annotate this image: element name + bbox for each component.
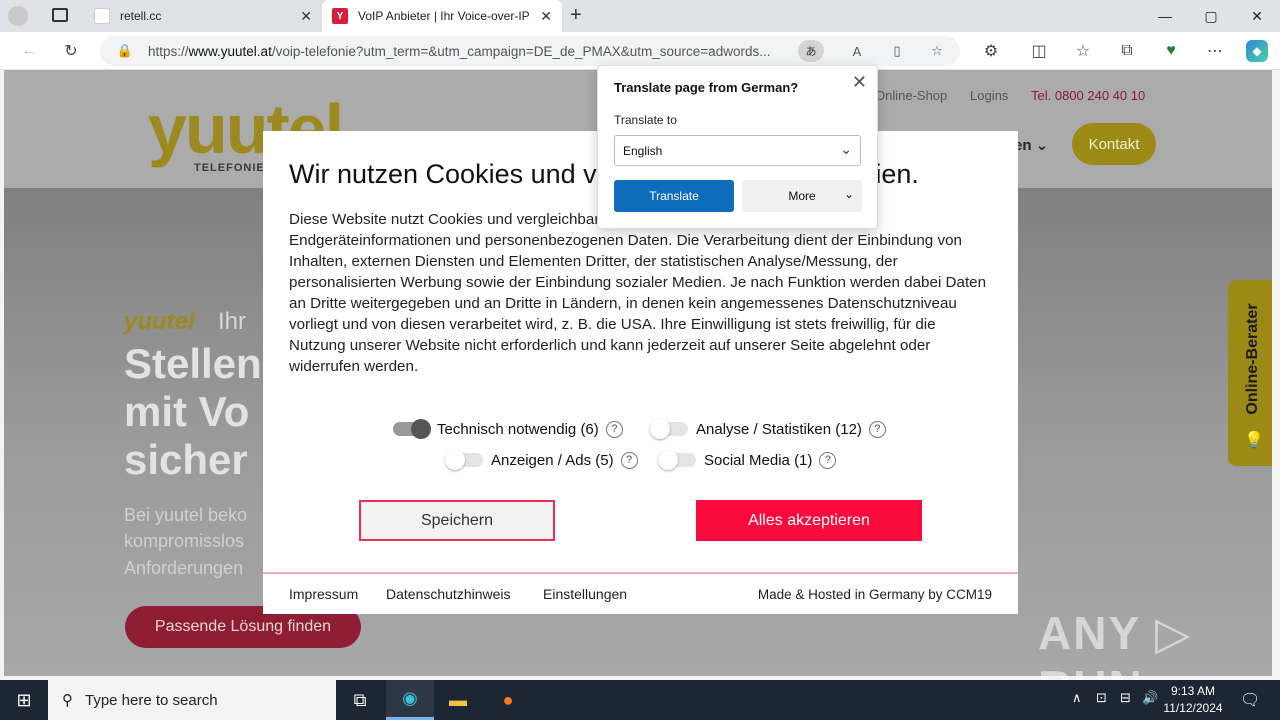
- profile-icon[interactable]: [8, 6, 28, 26]
- translate-icon[interactable]: あ: [798, 40, 824, 62]
- new-tab-button[interactable]: +: [570, 4, 582, 27]
- address-bar[interactable]: 🔒 https://www.yuutel.at/voip-telefonie?u…: [100, 36, 960, 66]
- nav-menu-item[interactable]: en ⌄: [1014, 136, 1048, 154]
- cookie-description: Diese Website nutzt Cookies und vergleic…: [289, 211, 987, 375]
- hero-heading-line: sicher: [124, 436, 248, 483]
- edge-browser-icon[interactable]: ◉: [386, 680, 434, 720]
- logins-link[interactable]: Logins: [970, 88, 1008, 103]
- datenschutz-link[interactable]: Datenschutzhinweis: [386, 586, 511, 602]
- close-tab-icon[interactable]: ✕: [300, 8, 312, 25]
- clock[interactable]: 9:13 AM 11/12/2024: [1158, 683, 1228, 717]
- toggle-switch[interactable]: [445, 450, 483, 470]
- close-icon[interactable]: ✕: [852, 72, 867, 93]
- einstellungen-link[interactable]: Einstellungen: [543, 586, 627, 602]
- copilot-icon[interactable]: ◆: [1246, 40, 1268, 62]
- search-placeholder: Type here to search: [85, 691, 218, 709]
- phone-link[interactable]: Tel. 0800 240 40 10: [1031, 88, 1145, 103]
- accept-all-button[interactable]: Alles akzeptieren: [696, 500, 922, 541]
- favorite-star-icon[interactable]: ☆: [926, 40, 948, 62]
- volume-icon[interactable]: 🔊: [1142, 690, 1158, 706]
- translate-to-label: Translate to: [614, 113, 677, 127]
- cookie-option-social[interactable]: Social Media (1) ?: [658, 450, 837, 470]
- tab-retell[interactable]: retell.cc ✕: [84, 0, 322, 32]
- close-tab-icon[interactable]: ✕: [540, 8, 552, 25]
- cookie-option-analyse[interactable]: Analyse / Statistiken (12) ?: [650, 419, 886, 439]
- browser-tab-bar: retell.cc ✕ Y VoIP Anbieter | Ihr Voice-…: [0, 0, 1280, 32]
- settings-more-icon[interactable]: ⋯: [1204, 40, 1226, 62]
- show-hidden-icons[interactable]: ∧: [1072, 690, 1082, 706]
- split-screen-icon[interactable]: ◫: [1028, 40, 1050, 62]
- maximize-button[interactable]: ▢: [1188, 0, 1234, 32]
- toggle-switch[interactable]: [650, 419, 688, 439]
- help-icon[interactable]: ?: [605, 420, 623, 438]
- online-berater-tab[interactable]: Online-Berater 💡: [1228, 280, 1272, 466]
- tab-actions-icon[interactable]: [52, 8, 68, 22]
- page-icon: [94, 8, 110, 24]
- wifi-icon[interactable]: ⊟: [1120, 690, 1131, 706]
- translate-title: Translate page from German?: [614, 80, 799, 95]
- windows-taskbar: ⊞ ⚲ Type here to search ⧉ ◉ ▬ ● ∧ ⊡ ⊟ 🔊 …: [0, 680, 1280, 720]
- tab-title: VoIP Anbieter | Ihr Voice-over-IP: [358, 9, 530, 23]
- file-explorer-icon[interactable]: ▬: [434, 680, 482, 720]
- read-aloud-icon[interactable]: A: [846, 40, 868, 62]
- help-icon[interactable]: ?: [620, 451, 638, 469]
- language-select[interactable]: English ⌄: [614, 135, 861, 166]
- search-icon: ⚲: [62, 692, 73, 709]
- url-text[interactable]: https://www.yuutel.at/voip-telefonie?utm…: [148, 44, 798, 59]
- chevron-down-icon: ⌄: [843, 187, 854, 201]
- translate-button[interactable]: Translate: [614, 180, 734, 212]
- close-window-button[interactable]: ✕: [1234, 0, 1280, 32]
- help-icon[interactable]: ?: [868, 420, 886, 438]
- lock-icon[interactable]: 🔒: [114, 40, 136, 62]
- save-button[interactable]: Speichern: [359, 500, 555, 541]
- browser-essentials-icon[interactable]: ♥: [1160, 40, 1182, 62]
- impressum-link[interactable]: Impressum: [289, 586, 358, 602]
- hero-paragraph-line: Bei yuutel beko: [124, 505, 248, 525]
- hero-paragraph-line: Anforderungen: [124, 558, 244, 578]
- logo-subtitle: TELEFONIE I: [194, 162, 273, 174]
- windows-start-icon[interactable]: ⊞: [0, 680, 48, 720]
- yuutel-favicon: Y: [332, 8, 348, 24]
- collections-icon[interactable]: ⧉: [1116, 40, 1138, 62]
- cookie-option-ads[interactable]: Anzeigen / Ads (5) ?: [445, 450, 638, 470]
- made-in-germany-text[interactable]: Made & Hosted in Germany by CCM19: [758, 587, 992, 602]
- cookie-option-technisch[interactable]: Technisch notwendig (6) ?: [393, 419, 623, 439]
- refresh-icon[interactable]: ↻: [60, 40, 82, 62]
- online-shop-link[interactable]: Online-Shop: [875, 88, 947, 103]
- help-icon[interactable]: ?: [819, 451, 837, 469]
- cookie-footer: Impressum Datenschutzhinweis Einstellung…: [263, 572, 1018, 614]
- task-view-icon[interactable]: ⧉: [336, 680, 384, 720]
- online-berater-label: Online-Berater: [1244, 303, 1261, 415]
- chevron-down-icon: ⌄: [840, 141, 852, 157]
- immersive-reader-icon[interactable]: ▯: [886, 40, 908, 62]
- taskbar-search-box[interactable]: ⚲ Type here to search: [48, 680, 336, 720]
- translate-popup: Translate page from German? ✕ Translate …: [597, 65, 878, 229]
- hero-brand: yuutel: [124, 308, 195, 335]
- extensions-icon[interactable]: ⚙: [980, 40, 1002, 62]
- toggle-switch[interactable]: [658, 450, 696, 470]
- minimize-button[interactable]: —: [1142, 0, 1188, 32]
- tab-title: retell.cc: [120, 9, 162, 23]
- hero-paragraph-line: kompromisslos: [124, 531, 245, 551]
- tab-yuutel[interactable]: Y VoIP Anbieter | Ihr Voice-over-IP ✕: [322, 0, 562, 32]
- firefox-icon[interactable]: ●: [484, 680, 532, 720]
- network-icon[interactable]: ⊡: [1096, 690, 1107, 706]
- kontakt-button[interactable]: Kontakt: [1072, 123, 1156, 165]
- toggle-switch[interactable]: [393, 419, 431, 439]
- hero-heading-line: mit Vo: [124, 388, 250, 435]
- notification-icon[interactable]: 🗨: [1240, 690, 1260, 710]
- more-button[interactable]: More ⌄: [742, 180, 862, 212]
- back-icon[interactable]: ←: [18, 40, 40, 62]
- favorites-icon[interactable]: ☆: [1072, 40, 1094, 62]
- hero-heading-line: Stellen: [124, 340, 262, 387]
- lightbulb-icon: 💡: [1244, 432, 1264, 449]
- hero-brand-rest: Ihr: [218, 308, 247, 335]
